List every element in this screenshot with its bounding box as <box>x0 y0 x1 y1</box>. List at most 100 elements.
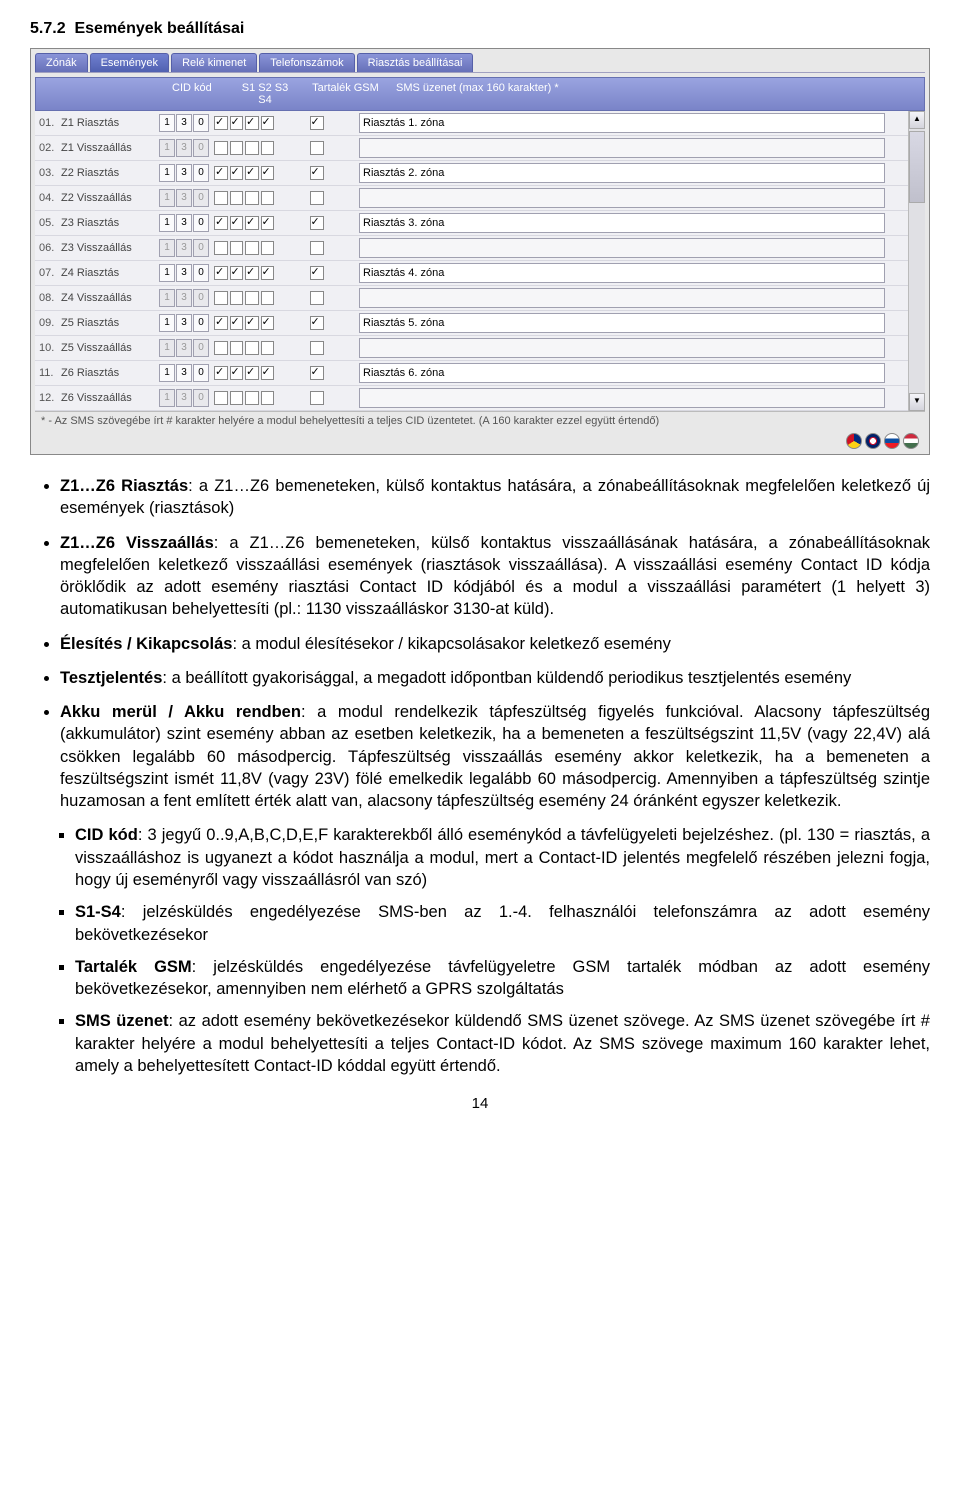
s4-checkbox[interactable] <box>261 116 275 130</box>
sms-input[interactable] <box>359 188 885 208</box>
tab-riasztás-beállításai[interactable]: Riasztás beállításai <box>357 53 474 72</box>
s2-checkbox[interactable] <box>230 191 244 205</box>
flag-sk-icon[interactable] <box>884 433 900 449</box>
cid-digit[interactable]: 3 <box>176 264 192 282</box>
cid-digit[interactable]: 0 <box>193 264 209 282</box>
cid-digit[interactable]: 1 <box>159 264 175 282</box>
gsm-checkbox[interactable] <box>310 241 324 255</box>
gsm-checkbox[interactable] <box>310 316 324 330</box>
cid-digit[interactable]: 0 <box>193 164 209 182</box>
s1-checkbox[interactable] <box>214 141 228 155</box>
s3-checkbox[interactable] <box>245 366 259 380</box>
cid-input[interactable]: 130 <box>159 264 214 282</box>
sms-input[interactable] <box>359 138 885 158</box>
scroll-down-icon[interactable]: ▼ <box>909 393 925 411</box>
cid-input[interactable]: 130 <box>159 239 214 257</box>
s2-checkbox[interactable] <box>230 241 244 255</box>
gsm-checkbox[interactable] <box>310 216 324 230</box>
cid-input[interactable]: 130 <box>159 314 214 332</box>
s2-checkbox[interactable] <box>230 366 244 380</box>
cid-digit[interactable]: 3 <box>176 364 192 382</box>
s4-checkbox[interactable] <box>261 241 275 255</box>
s4-checkbox[interactable] <box>261 291 275 305</box>
sms-input[interactable] <box>359 238 885 258</box>
sms-input[interactable] <box>359 288 885 308</box>
s4-checkbox[interactable] <box>261 366 275 380</box>
scroll-up-icon[interactable]: ▲ <box>909 111 925 129</box>
s4-checkbox[interactable] <box>261 341 275 355</box>
s3-checkbox[interactable] <box>245 116 259 130</box>
s1-checkbox[interactable] <box>214 116 228 130</box>
cid-digit[interactable]: 1 <box>159 164 175 182</box>
s1-checkbox[interactable] <box>214 191 228 205</box>
s1-checkbox[interactable] <box>214 316 228 330</box>
sms-input[interactable] <box>359 263 885 283</box>
s3-checkbox[interactable] <box>245 216 259 230</box>
sms-input[interactable] <box>359 163 885 183</box>
gsm-checkbox[interactable] <box>310 141 324 155</box>
tab-relé-kimenet[interactable]: Relé kimenet <box>171 53 257 72</box>
flag-ro-icon[interactable] <box>846 433 862 449</box>
cid-input[interactable]: 130 <box>159 289 214 307</box>
sms-input[interactable] <box>359 363 885 383</box>
s1-checkbox[interactable] <box>214 341 228 355</box>
s2-checkbox[interactable] <box>230 266 244 280</box>
cid-digit[interactable]: 0 <box>193 314 209 332</box>
s2-checkbox[interactable] <box>230 141 244 155</box>
s3-checkbox[interactable] <box>245 316 259 330</box>
s2-checkbox[interactable] <box>230 291 244 305</box>
s3-checkbox[interactable] <box>245 141 259 155</box>
cid-digit[interactable]: 0 <box>193 114 209 132</box>
flag-uk-icon[interactable] <box>865 433 881 449</box>
cid-digit[interactable]: 3 <box>176 314 192 332</box>
tab-telefonszámok[interactable]: Telefonszámok <box>259 53 354 72</box>
gsm-checkbox[interactable] <box>310 116 324 130</box>
cid-digit[interactable]: 1 <box>159 314 175 332</box>
scroll-thumb[interactable] <box>909 131 925 203</box>
s2-checkbox[interactable] <box>230 316 244 330</box>
s4-checkbox[interactable] <box>261 266 275 280</box>
cid-input[interactable]: 130 <box>159 364 214 382</box>
gsm-checkbox[interactable] <box>310 391 324 405</box>
gsm-checkbox[interactable] <box>310 191 324 205</box>
gsm-checkbox[interactable] <box>310 341 324 355</box>
cid-digit[interactable]: 0 <box>193 364 209 382</box>
s1-checkbox[interactable] <box>214 391 228 405</box>
s3-checkbox[interactable] <box>245 266 259 280</box>
s4-checkbox[interactable] <box>261 391 275 405</box>
tab-események[interactable]: Események <box>90 53 169 72</box>
cid-digit[interactable]: 1 <box>159 114 175 132</box>
s4-checkbox[interactable] <box>261 141 275 155</box>
s4-checkbox[interactable] <box>261 316 275 330</box>
gsm-checkbox[interactable] <box>310 166 324 180</box>
cid-input[interactable]: 130 <box>159 339 214 357</box>
s2-checkbox[interactable] <box>230 216 244 230</box>
sms-input[interactable] <box>359 338 885 358</box>
cid-input[interactable]: 130 <box>159 189 214 207</box>
s4-checkbox[interactable] <box>261 216 275 230</box>
tab-zónák[interactable]: Zónák <box>35 53 88 72</box>
gsm-checkbox[interactable] <box>310 266 324 280</box>
s2-checkbox[interactable] <box>230 166 244 180</box>
cid-digit[interactable]: 0 <box>193 214 209 232</box>
flag-hu-icon[interactable] <box>903 433 919 449</box>
s1-checkbox[interactable] <box>214 366 228 380</box>
cid-input[interactable]: 130 <box>159 164 214 182</box>
cid-digit[interactable]: 3 <box>176 114 192 132</box>
s4-checkbox[interactable] <box>261 191 275 205</box>
s3-checkbox[interactable] <box>245 241 259 255</box>
s1-checkbox[interactable] <box>214 241 228 255</box>
s2-checkbox[interactable] <box>230 116 244 130</box>
cid-input[interactable]: 130 <box>159 139 214 157</box>
cid-digit[interactable]: 3 <box>176 214 192 232</box>
scrollbar[interactable]: ▲ ▼ <box>908 111 925 411</box>
s3-checkbox[interactable] <box>245 391 259 405</box>
gsm-checkbox[interactable] <box>310 366 324 380</box>
s4-checkbox[interactable] <box>261 166 275 180</box>
s2-checkbox[interactable] <box>230 341 244 355</box>
s3-checkbox[interactable] <box>245 191 259 205</box>
sms-input[interactable] <box>359 388 885 408</box>
s2-checkbox[interactable] <box>230 391 244 405</box>
sms-input[interactable] <box>359 113 885 133</box>
cid-digit[interactable]: 1 <box>159 364 175 382</box>
